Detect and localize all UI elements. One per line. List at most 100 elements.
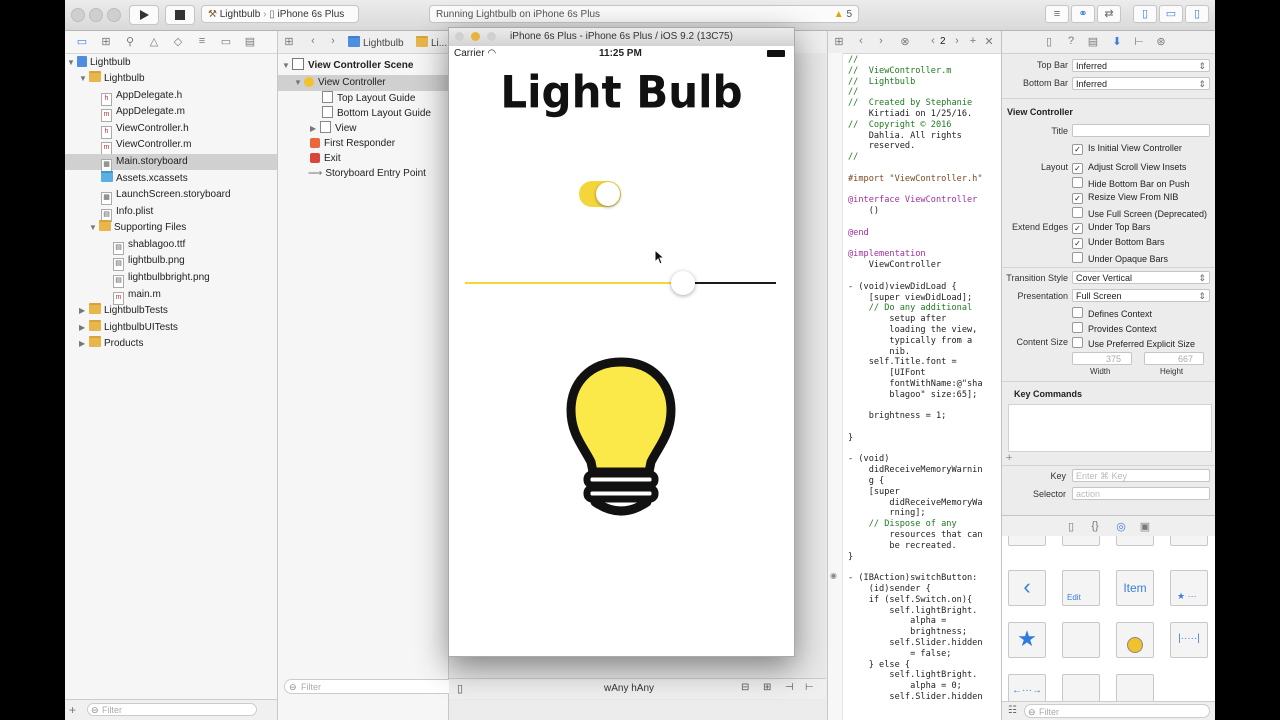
issue-icon[interactable]: △	[147, 35, 161, 48]
test-icon[interactable]: ◇	[171, 35, 185, 48]
tree-item-file[interactable]: h AppDelegate.h	[101, 88, 182, 106]
under-top-bars-checkbox[interactable]: ✓ Under Top Bars	[1072, 222, 1150, 234]
title-field[interactable]	[1072, 124, 1210, 137]
symbol-icon[interactable]: ⊞	[99, 35, 113, 48]
library-item[interactable]	[1062, 536, 1100, 546]
library-filter-input[interactable]: ⊖ Filter	[1024, 704, 1210, 718]
jump-bar-crumb[interactable]: Lightbulb	[348, 36, 404, 49]
tree-item-file[interactable]: m ViewController.m	[101, 137, 191, 155]
library-item-tab-bar-item[interactable]: ★	[1008, 622, 1046, 658]
outline-item-top-layout-guide[interactable]: Top Layout Guide	[322, 91, 415, 107]
library-item-navigation-bar[interactable]	[1062, 622, 1100, 658]
run-button[interactable]	[129, 5, 159, 25]
library-item-container[interactable]	[1116, 674, 1154, 701]
version-editor-button[interactable]: ⇄	[1097, 5, 1121, 23]
library-item[interactable]	[1170, 536, 1208, 546]
assistant-editor-button[interactable]: ⚭	[1071, 5, 1095, 23]
library-item-view[interactable]	[1062, 674, 1100, 701]
size-class-control[interactable]: wAny hAny	[604, 683, 654, 694]
navigator-filter-input[interactable]: ⊖ Filter	[87, 703, 257, 716]
zoom-window-button[interactable]	[107, 8, 121, 22]
brightness-slider[interactable]	[465, 271, 776, 295]
code-snippet-icon[interactable]: {}	[1088, 520, 1102, 532]
library-item-flexible-space[interactable]: ←···→	[1008, 674, 1046, 701]
file-template-icon[interactable]: ▯	[1064, 520, 1078, 533]
breakpoint-icon[interactable]: ▭	[219, 35, 233, 48]
toggle-utilities-button[interactable]: ▯	[1185, 5, 1209, 23]
library-item-back-button[interactable]: ‹	[1008, 570, 1046, 606]
file-inspector-icon[interactable]: ▯	[1042, 35, 1056, 48]
pin-icon[interactable]: ⊣	[785, 682, 794, 693]
tree-item-project[interactable]: ▼ Lightbulb	[67, 55, 131, 71]
presentation-popup[interactable]: Full Screen ⇕	[1072, 289, 1210, 302]
identity-icon[interactable]: ▤	[1086, 35, 1100, 48]
transition-style-popup[interactable]: Cover Vertical ⇕	[1072, 271, 1210, 284]
library-item-edit-button[interactable]: Edit	[1062, 570, 1100, 606]
next-icon[interactable]: ›	[950, 35, 964, 47]
scene-header[interactable]: ▼ View Controller Scene	[282, 58, 413, 74]
forward-arrow-icon[interactable]: ›	[326, 35, 340, 47]
warning-indicator[interactable]: ▲ 5	[834, 6, 852, 24]
debug-icon[interactable]: ≡	[195, 35, 209, 47]
size-icon[interactable]: ⊢	[1132, 35, 1146, 48]
outline-item-view[interactable]: ▶ View	[310, 121, 357, 137]
close-window-button[interactable]	[455, 32, 464, 41]
report-icon[interactable]: ▤	[243, 35, 257, 48]
help-icon[interactable]: ?	[1064, 35, 1078, 47]
height-field[interactable]: 667	[1144, 352, 1204, 365]
zoom-window-button[interactable]	[487, 32, 496, 41]
selector-field[interactable]: action	[1072, 487, 1210, 500]
standard-editor-button[interactable]: ≡	[1045, 5, 1069, 23]
library-item-tab-bar[interactable]: ★ ···	[1170, 570, 1208, 606]
library-item-bar-button[interactable]: Item	[1116, 570, 1154, 606]
tree-item-file[interactable]: m AppDelegate.m	[101, 104, 185, 122]
tree-item-file[interactable]: ▦ LaunchScreen.storyboard	[101, 187, 231, 205]
key-field[interactable]: Enter ⌘ Key	[1072, 469, 1210, 482]
outline-item-entry-point[interactable]: ⟶ Storyboard Entry Point	[308, 166, 426, 182]
tree-item-group[interactable]: ▶ Products	[79, 336, 143, 352]
search-icon[interactable]: ⚲	[123, 35, 137, 48]
library-item[interactable]	[1008, 536, 1046, 546]
close-window-button[interactable]	[71, 8, 85, 22]
top-bar-popup[interactable]: Inferred ⇕	[1072, 59, 1210, 72]
previous-icon[interactable]: ‹	[926, 35, 940, 47]
object-library-icon[interactable]: ◎	[1114, 520, 1128, 533]
toggle-debug-button[interactable]: ▭	[1159, 5, 1183, 23]
adjust-scroll-checkbox[interactable]: ✓ Adjust Scroll View Insets	[1072, 162, 1186, 174]
tree-item-file[interactable]: Assets.xcassets	[101, 171, 188, 187]
add-icon[interactable]: +	[1006, 452, 1012, 464]
add-icon[interactable]: +	[69, 703, 76, 717]
outline-item-first-responder[interactable]: First Responder	[310, 136, 395, 152]
add-editor-icon[interactable]: +	[966, 35, 980, 47]
minimize-window-button[interactable]	[471, 32, 480, 41]
forward-arrow-icon[interactable]: ›	[874, 35, 888, 47]
key-commands-table[interactable]	[1008, 404, 1212, 452]
slider-thumb[interactable]	[671, 271, 695, 295]
back-arrow-icon[interactable]: ‹	[306, 35, 320, 47]
power-switch[interactable]	[579, 181, 621, 207]
resize-nib-checkbox[interactable]: ✓ Resize View From NIB	[1072, 192, 1178, 204]
tree-item-file[interactable]: h ViewController.h	[101, 121, 189, 139]
related-items-icon[interactable]: ⊞	[282, 35, 296, 48]
full-screen-checkbox[interactable]: Use Full Screen (Deprecated)	[1072, 207, 1207, 219]
under-opaque-bars-checkbox[interactable]: Under Opaque Bars	[1072, 252, 1168, 264]
stop-button[interactable]	[165, 5, 195, 25]
jump-bar-crumb[interactable]: Li...	[416, 36, 447, 49]
tree-item-file[interactable]: ▤ lightbulb.png	[113, 253, 185, 271]
connections-icon[interactable]: ⊛	[1154, 35, 1168, 48]
provides-context-checkbox[interactable]: Provides Context	[1072, 322, 1157, 334]
outline-toggle-icon[interactable]: ▯	[457, 682, 463, 695]
tree-item-group-lightbulb[interactable]: ▼ Lightbulb	[79, 71, 145, 87]
library-item-search-bar[interactable]	[1116, 622, 1154, 658]
library-item-fixed-space[interactable]: |·····|	[1170, 622, 1208, 658]
tree-item-file[interactable]: ▤ lightbulbbright.png	[113, 270, 210, 288]
stack-icon[interactable]: ⊟	[741, 682, 749, 693]
width-field[interactable]: 375	[1072, 352, 1132, 365]
library-item[interactable]	[1116, 536, 1154, 546]
connection-dot-icon[interactable]: ◉	[830, 571, 837, 580]
assistant-code-editor[interactable]: ⊞ ‹ › ⊗ ‹ 2 › + ✕ ◉ //// ViewController.…	[827, 31, 1001, 720]
align-icon[interactable]: ⊞	[763, 682, 771, 693]
outline-item-view-controller[interactable]: ▼ View Controller	[278, 75, 448, 91]
under-bottom-bars-checkbox[interactable]: ✓ Under Bottom Bars	[1072, 237, 1165, 249]
attributes-icon[interactable]: ⬇	[1110, 35, 1124, 48]
